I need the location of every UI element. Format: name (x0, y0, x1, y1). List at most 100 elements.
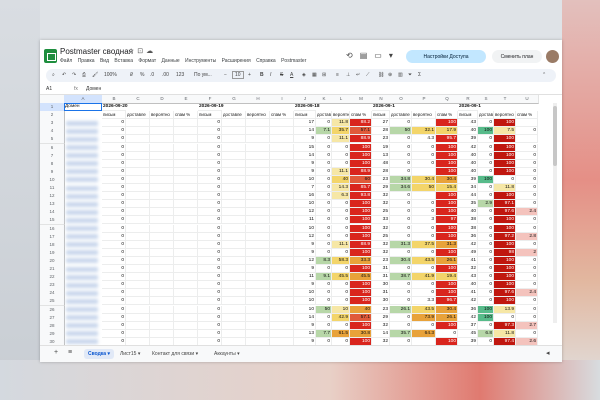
filter-icon[interactable]: ⏷ (408, 72, 412, 78)
table-cell[interactable]: 88.9 (350, 135, 372, 144)
table-cell[interactable]: 14 (294, 151, 316, 160)
table-cell[interactable]: 7.5 (494, 127, 516, 136)
table-cell[interactable] (174, 297, 198, 306)
table-cell[interactable]: 40 (458, 281, 478, 290)
table-cell[interactable] (222, 305, 246, 314)
table-cell[interactable]: 32 (372, 200, 390, 209)
table-cell[interactable]: 0 (332, 297, 350, 306)
table-cell[interactable]: 0 (316, 167, 332, 176)
table-cell[interactable]: 19 (372, 143, 390, 152)
table-cell[interactable]: 100 (478, 127, 494, 136)
table-cell[interactable]: 43.5 (412, 256, 436, 265)
table-cell[interactable]: 13 (372, 151, 390, 160)
table-cell[interactable]: 40 (458, 151, 478, 160)
table-cell[interactable]: 15 (294, 143, 316, 152)
header-icons[interactable]: ⟲▤▭▾ (346, 51, 400, 60)
table-cell[interactable] (222, 167, 246, 176)
table-cell[interactable]: 100 (350, 289, 372, 298)
table-cell[interactable] (126, 224, 150, 233)
table-cell[interactable] (174, 184, 198, 193)
table-cell[interactable]: 0 (102, 159, 126, 168)
table-cell[interactable]: 34.6 (390, 184, 412, 193)
table-cell[interactable]: 0 (390, 297, 412, 306)
table-cell[interactable]: 0 (478, 208, 494, 217)
table-cell[interactable]: 36 (458, 305, 478, 314)
table-cell[interactable]: 9 (294, 159, 316, 168)
table-cell[interactable]: 0 (478, 216, 494, 225)
table-cell[interactable] (174, 175, 198, 184)
table-cell[interactable]: 0 (516, 256, 538, 265)
table-cell[interactable]: 0 (332, 321, 350, 330)
table-cell[interactable]: 30.4 (436, 305, 458, 314)
align-icon[interactable]: ≡ (336, 72, 339, 78)
table-cell[interactable]: 17.9 (436, 127, 458, 136)
table-cell[interactable]: 0 (494, 175, 516, 184)
table-cell[interactable]: 0 (478, 281, 494, 290)
table-cell[interactable]: 0 (478, 256, 494, 265)
table-cell[interactable]: 96.7 (436, 297, 458, 306)
font-select[interactable]: По ум... (194, 72, 212, 78)
table-cell[interactable] (246, 281, 270, 290)
table-cell[interactable]: 100 (436, 192, 458, 201)
table-cell[interactable]: 100 (494, 192, 516, 201)
table-cell[interactable]: 4.3 (412, 135, 436, 144)
table-cell[interactable] (126, 329, 150, 338)
table-cell[interactable] (270, 256, 294, 265)
table-cell[interactable]: 0 (412, 321, 436, 330)
table-cell[interactable] (246, 273, 270, 282)
table-cell[interactable]: 11.1 (332, 240, 350, 249)
table-cell[interactable] (246, 297, 270, 306)
table-cell[interactable]: 0 (390, 224, 412, 233)
table-cell[interactable] (246, 216, 270, 225)
table-cell[interactable] (222, 119, 246, 128)
table-cell[interactable]: 0 (198, 151, 222, 160)
table-cell[interactable]: 88.9 (350, 240, 372, 249)
table-cell[interactable] (174, 143, 198, 152)
table-cell[interactable]: 25 (372, 232, 390, 241)
borders-icon[interactable]: ▦ (312, 72, 317, 78)
table-cell[interactable] (222, 216, 246, 225)
table-cell[interactable]: 39 (458, 175, 478, 184)
table-cell[interactable]: 0 (316, 143, 332, 152)
table-cell[interactable]: 13.9 (494, 305, 516, 314)
table-cell[interactable]: 0 (102, 240, 126, 249)
table-cell[interactable]: 0 (102, 224, 126, 233)
table-cell[interactable]: 0 (102, 313, 126, 322)
table-cell[interactable] (150, 135, 174, 144)
table-cell[interactable]: 0 (412, 289, 436, 298)
table-cell[interactable] (222, 297, 246, 306)
table-cell[interactable]: 30 (372, 297, 390, 306)
table-cell[interactable]: 10 (294, 297, 316, 306)
table-cell[interactable]: 0 (198, 248, 222, 257)
table-cell[interactable]: 0 (102, 265, 126, 274)
table-cell[interactable]: 0 (516, 151, 538, 160)
table-cell[interactable] (150, 273, 174, 282)
table-cell[interactable]: 12 (294, 256, 316, 265)
table-cell[interactable] (246, 248, 270, 257)
table-cell[interactable]: 0 (316, 297, 332, 306)
table-cell[interactable] (246, 159, 270, 168)
table-cell[interactable] (270, 232, 294, 241)
text-color-button[interactable]: A (290, 72, 293, 78)
table-cell[interactable]: 100 (494, 143, 516, 152)
table-cell[interactable] (126, 256, 150, 265)
table-cell[interactable]: 0 (316, 192, 332, 201)
table-cell[interactable] (222, 175, 246, 184)
table-cell[interactable]: 42.9 (332, 313, 350, 322)
table-cell[interactable]: 85.7 (350, 184, 372, 193)
table-cell[interactable] (412, 192, 436, 201)
table-cell[interactable]: 100 (350, 159, 372, 168)
table-cell[interactable]: 100 (436, 232, 458, 241)
table-cell[interactable]: 0 (332, 289, 350, 298)
table-cell[interactable]: 0 (198, 289, 222, 298)
table-cell[interactable]: 6.8 (478, 329, 494, 338)
table-cell[interactable]: 2.9 (478, 200, 494, 209)
table-cell[interactable]: 0 (390, 200, 412, 209)
table-cell[interactable] (174, 240, 198, 249)
table-cell[interactable]: 100 (494, 119, 516, 128)
table-cell[interactable]: 13 (294, 329, 316, 338)
table-cell[interactable] (126, 305, 150, 314)
table-cell[interactable] (126, 184, 150, 193)
table-cell[interactable] (126, 127, 150, 136)
redo-icon[interactable]: ↷ (72, 72, 76, 78)
